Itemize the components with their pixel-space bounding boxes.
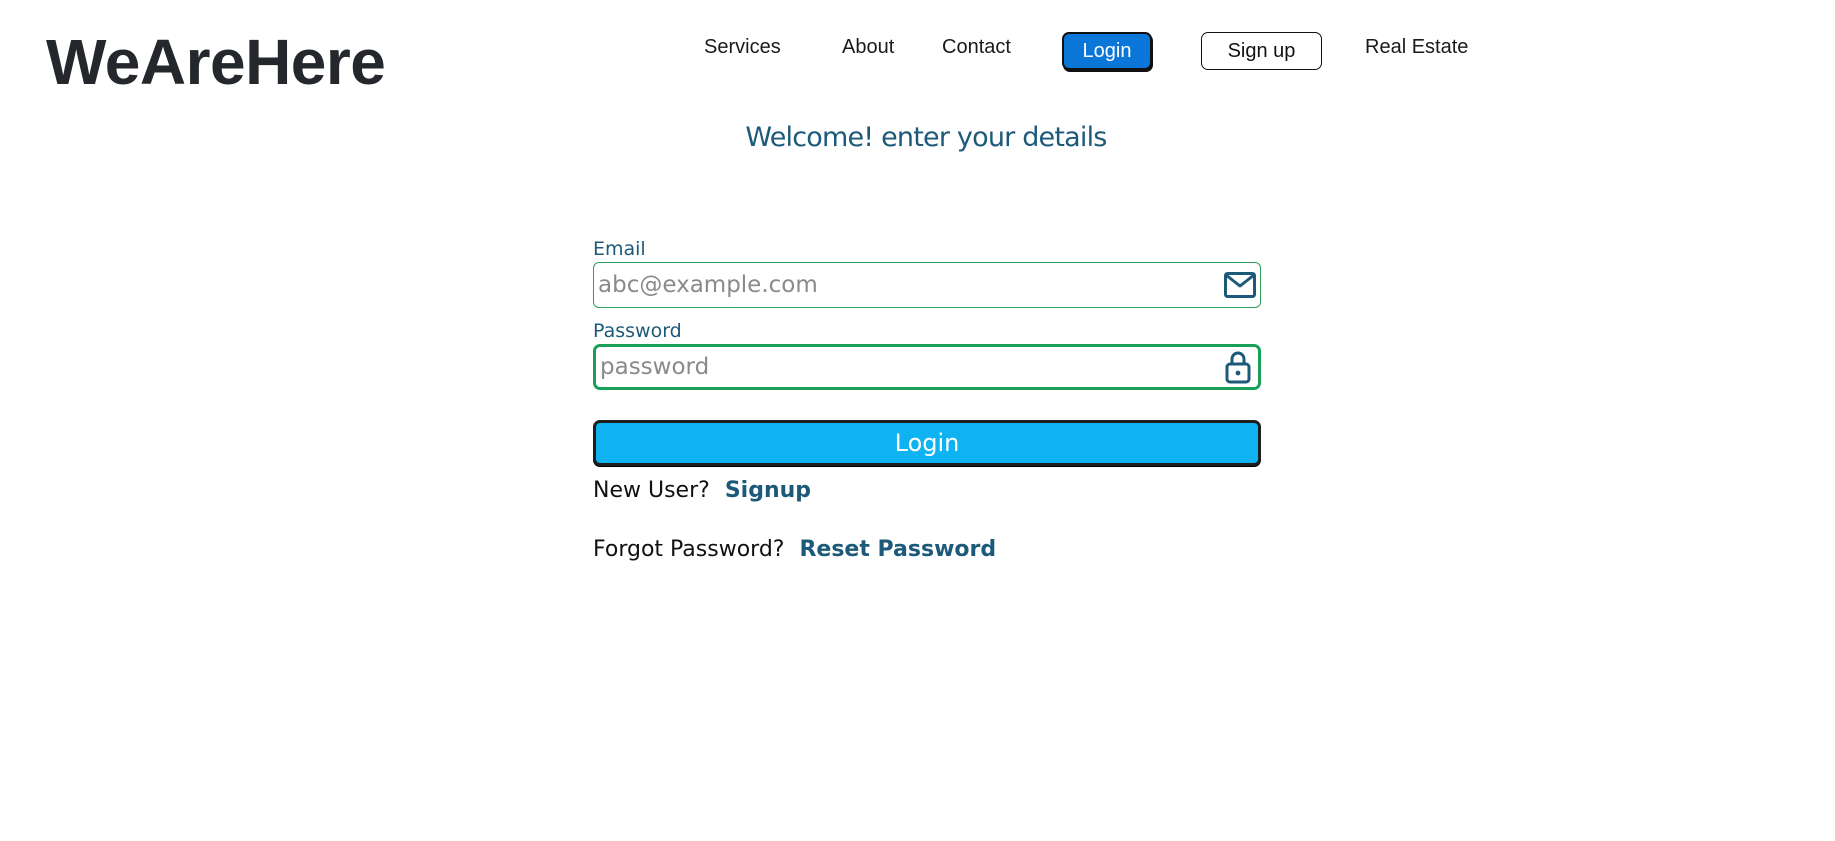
page-title: Welcome! enter your details (745, 122, 1107, 153)
nav-real-estate-link[interactable]: Real Estate (1365, 34, 1468, 60)
new-user-text: New User? (593, 478, 710, 503)
nav-contact-link[interactable]: Contact (942, 34, 1011, 60)
email-input[interactable] (598, 263, 1198, 307)
login-submit-button[interactable]: Login (593, 420, 1261, 466)
nav-signup-button[interactable]: Sign up (1201, 32, 1322, 70)
email-field-wrapper (593, 262, 1261, 308)
forgot-password-row: Forgot Password? Reset Password (593, 535, 1261, 565)
nav-about-link[interactable]: About (842, 34, 894, 60)
reset-password-link[interactable]: Reset Password (799, 537, 996, 562)
nav-login-button[interactable]: Login (1062, 32, 1152, 70)
password-field-wrapper (593, 344, 1261, 390)
password-input[interactable] (600, 347, 1200, 387)
new-user-row: New User? Signup (593, 476, 1261, 506)
email-label: Email (593, 238, 646, 260)
password-label: Password (593, 320, 682, 342)
forgot-password-text: Forgot Password? (593, 537, 785, 562)
envelope-icon (1222, 267, 1258, 303)
top-nav: Services About Contact Login Sign up Rea… (0, 0, 1835, 90)
signup-link[interactable]: Signup (725, 478, 811, 503)
login-page: WeAreHere Services About Contact Login S… (0, 0, 1835, 841)
login-form: Email Password Login New (593, 236, 1261, 565)
nav-services-link[interactable]: Services (704, 34, 781, 60)
lock-icon (1220, 349, 1256, 385)
